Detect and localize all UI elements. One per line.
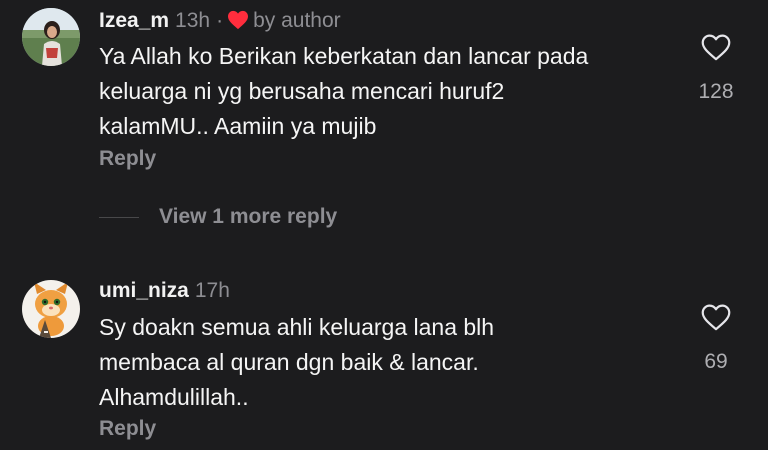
reply-button[interactable]: Reply bbox=[99, 147, 156, 171]
comment-text-line: Alhamdulillah.. bbox=[99, 384, 249, 410]
like-control: 69 bbox=[696, 304, 736, 374]
comment-text-line: kalamMU.. Aamiin ya mujib bbox=[99, 113, 377, 139]
username[interactable]: umi_niza bbox=[99, 279, 189, 302]
like-count: 69 bbox=[704, 350, 728, 373]
view-more-replies-button[interactable]: View 1 more reply bbox=[99, 204, 337, 230]
timestamp: 17h bbox=[194, 279, 230, 302]
heart-outline-icon[interactable] bbox=[696, 304, 736, 336]
heart-outline-icon[interactable] bbox=[696, 34, 736, 66]
avatar[interactable] bbox=[22, 8, 80, 66]
view-more-label: View 1 more reply bbox=[159, 205, 338, 228]
username[interactable]: Izea_m bbox=[99, 9, 169, 32]
author-label: by author bbox=[253, 9, 341, 32]
separator: · bbox=[216, 9, 224, 32]
like-control: 128 bbox=[696, 34, 736, 104]
comment-text-line: keluarga ni yg berusaha mencari huruf2 bbox=[99, 78, 505, 104]
heart-filled-icon bbox=[227, 10, 249, 36]
like-count: 128 bbox=[698, 80, 734, 103]
comment-text: Ya Allah ko Berikan keberkatan dan lanca… bbox=[99, 39, 679, 144]
comment-text-line: Sy doakn semua ahli keluarga lana blh bbox=[99, 314, 495, 340]
comment-text: Sy doakn semua ahli keluarga lana blh me… bbox=[99, 310, 679, 415]
comment-meta: Izea_m 13h · by author bbox=[99, 9, 341, 36]
comment-text-line: membaca al quran dgn baik & lancar. bbox=[99, 349, 479, 375]
comment-meta: umi_niza 17h bbox=[99, 279, 230, 303]
timestamp: 13h bbox=[175, 9, 211, 32]
divider bbox=[99, 216, 139, 218]
avatar[interactable] bbox=[22, 280, 80, 338]
reply-button[interactable]: Reply bbox=[99, 417, 156, 441]
comment-text-line: Ya Allah ko Berikan keberkatan dan lanca… bbox=[99, 43, 589, 69]
